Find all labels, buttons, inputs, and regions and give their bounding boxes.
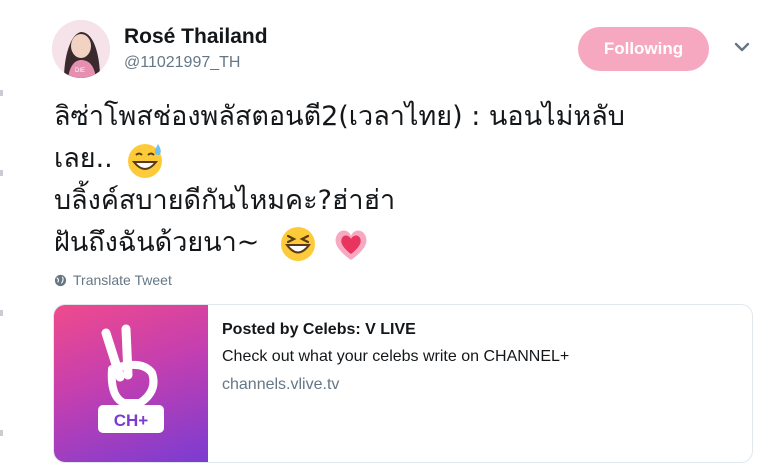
svg-text:CH+: CH+ bbox=[114, 411, 149, 430]
card-thumbnail: CH+ bbox=[54, 305, 208, 462]
tweet-text: ลิซ่าโพสช่องพลัสตอนตี2(เวลาไทย) : นอนไม่… bbox=[54, 96, 764, 264]
translate-label: Translate Tweet bbox=[73, 272, 172, 288]
globe-icon bbox=[54, 274, 67, 286]
left-edge-marker bbox=[0, 90, 3, 96]
tweet-line: เลย.. bbox=[54, 138, 764, 180]
card-title: Posted by Celebs: V LIVE bbox=[222, 321, 416, 338]
left-edge-marker bbox=[0, 430, 3, 436]
laughing-squint-emoji bbox=[281, 226, 316, 261]
left-edge-marker bbox=[0, 170, 3, 176]
avatar[interactable]: DIE bbox=[52, 20, 110, 78]
display-name[interactable]: Rosé Thailand bbox=[124, 25, 268, 49]
chevron-down-icon[interactable] bbox=[733, 40, 751, 54]
card-description: Check out what your celebs write on CHAN… bbox=[222, 348, 570, 365]
tweet-line: ฝันถึงฉันด้วยนา~ bbox=[54, 222, 764, 264]
card-domain: channels.vlive.tv bbox=[222, 376, 340, 393]
channel-plus-logo: CH+ bbox=[98, 324, 164, 433]
translate-tweet-link[interactable]: Translate Tweet bbox=[54, 272, 172, 288]
left-edge-marker bbox=[0, 310, 3, 316]
growing-heart-emoji bbox=[335, 230, 367, 260]
grinning-sweat-emoji bbox=[128, 143, 163, 178]
following-button[interactable]: Following bbox=[578, 27, 709, 71]
user-handle[interactable]: @11021997_TH bbox=[124, 54, 240, 72]
tweet-line: บลิ้งค์สบายดีกันไหมคะ?ฮ่าฮ่า bbox=[54, 185, 396, 216]
svg-text:DIE: DIE bbox=[75, 68, 85, 74]
link-preview-card[interactable]: CH+ Posted by Celebs: V LIVE Check out w… bbox=[53, 304, 753, 463]
tweet-line: ลิซ่าโพสช่องพลัสตอนตี2(เวลาไทย) : นอนไม่… bbox=[54, 101, 625, 132]
avatar-image: DIE bbox=[52, 20, 110, 78]
